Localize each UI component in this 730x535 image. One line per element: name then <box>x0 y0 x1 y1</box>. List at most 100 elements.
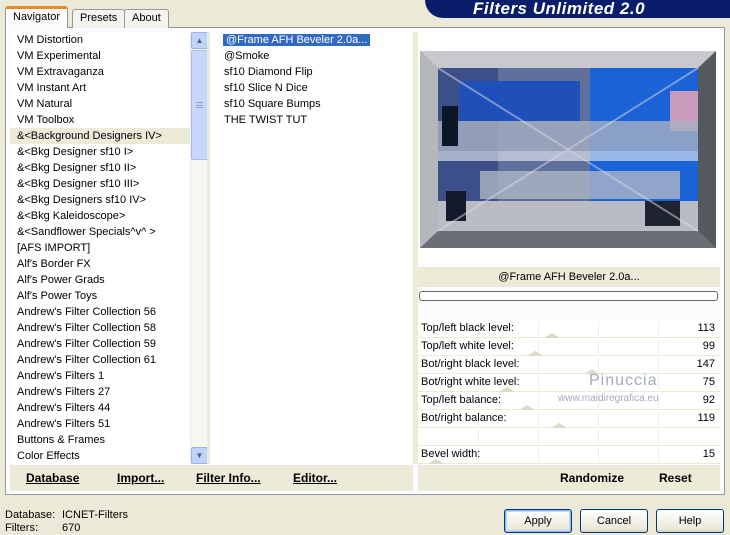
category-item[interactable]: &<Bkg Designer sf10 II> <box>10 160 190 176</box>
status-database-label: Database: <box>5 509 56 521</box>
filter-item-label: THE TWIST TUT <box>224 114 308 126</box>
cancel-button[interactable]: Cancel <box>580 509 648 533</box>
slider-tick <box>658 358 659 372</box>
slider-tick <box>658 448 659 462</box>
parameter-slider <box>418 428 720 446</box>
parameter-label: Bevel width: <box>421 448 481 460</box>
scroll-thumb[interactable] <box>191 50 208 160</box>
category-item[interactable]: [AFS IMPORT] <box>10 240 190 256</box>
parameter-value: 75 <box>702 376 715 388</box>
category-item[interactable]: Andrew's Filter Collection 58 <box>10 320 190 336</box>
parameter-slider[interactable]: Top/left black level: 113 <box>418 320 720 338</box>
slider-tick <box>538 358 539 372</box>
parameter-label: Bot/right white level: <box>421 376 520 388</box>
slider-tick <box>658 430 659 444</box>
category-scrollbar[interactable]: ▲ ▼ <box>190 32 208 464</box>
category-item[interactable]: &<Sandflower Specials^v^ > <box>10 224 190 240</box>
parameter-slider[interactable]: Top/left white level: 99 <box>418 338 720 356</box>
category-item[interactable]: VM Instant Art <box>10 80 190 96</box>
category-item[interactable]: Alf's Border FX <box>10 256 190 272</box>
randomize-button[interactable]: Randomize <box>560 471 624 485</box>
grip-icon <box>196 102 203 108</box>
import-button[interactable]: Import... <box>117 471 164 485</box>
filter-item[interactable]: sf10 Diamond Flip <box>213 64 413 80</box>
editor-button[interactable]: Editor... <box>293 471 337 485</box>
category-item[interactable]: Andrew's Filters 44 <box>10 400 190 416</box>
watermark-url: www.maidiregrafica.eu <box>558 393 659 404</box>
navigator-toolbar: Database Import... Filter Info... Editor… <box>10 465 413 491</box>
parameter-slider[interactable]: Bevel width: 15 <box>418 446 720 464</box>
category-item[interactable]: Color Effects <box>10 448 190 464</box>
slider-tick <box>538 430 539 444</box>
scroll-up-button[interactable]: ▲ <box>191 32 208 49</box>
parameter-toolbar: Randomize Reset <box>418 465 720 491</box>
category-item[interactable]: Alf's Power Grads <box>10 272 190 288</box>
apply-button[interactable]: Apply <box>504 509 572 533</box>
status-filters-label: Filters: <box>5 522 38 534</box>
parameter-value: 99 <box>702 340 715 352</box>
category-item[interactable]: Andrew's Filters 27 <box>10 384 190 400</box>
tab-label: Presets <box>80 12 118 24</box>
category-item[interactable]: Andrew's Filters 1 <box>10 368 190 384</box>
filter-item[interactable]: @Smoke <box>213 48 413 64</box>
category-item[interactable]: &<Bkg Designer sf10 I> <box>10 144 190 160</box>
category-item[interactable]: Andrew's Filter Collection 61 <box>10 352 190 368</box>
filter-item-label: sf10 Slice N Dice <box>224 82 308 94</box>
database-button[interactable]: Database <box>26 471 79 485</box>
slider-tick <box>598 448 599 462</box>
scroll-down-button[interactable]: ▼ <box>191 447 208 464</box>
parameter-label: Bot/right balance: <box>421 412 507 424</box>
tab-about[interactable]: About <box>124 9 169 28</box>
category-item[interactable]: &<Bkg Kaleidoscope> <box>10 208 190 224</box>
category-item[interactable]: Andrew's Filter Collection 56 <box>10 304 190 320</box>
filter-item[interactable]: @Frame AFH Beveler 2.0a... <box>213 32 413 48</box>
category-item[interactable]: &<Background Designers IV> <box>10 128 190 144</box>
category-item[interactable]: Andrew's Filter Collection 59 <box>10 336 190 352</box>
parameter-label: Top/left black level: <box>421 322 514 334</box>
filter-info-button[interactable]: Filter Info... <box>196 471 261 485</box>
filter-item[interactable]: THE TWIST TUT <box>213 112 413 128</box>
parameter-value: 119 <box>697 412 715 424</box>
slider-tick <box>598 340 599 354</box>
category-item[interactable]: Alf's Power Toys <box>10 288 190 304</box>
category-item[interactable]: Andrew's Filters 51 <box>10 416 190 432</box>
slider-tick <box>658 322 659 336</box>
status-database-value: ICNET-Filters <box>62 509 128 521</box>
parameter-slider[interactable]: Bot/right white level: 75 <box>418 374 720 392</box>
reset-button[interactable]: Reset <box>659 471 692 485</box>
slider-tick <box>478 430 479 444</box>
filter-item-label: @Frame AFH Beveler 2.0a... <box>223 34 371 46</box>
filter-item[interactable]: sf10 Slice N Dice <box>213 80 413 96</box>
category-item[interactable]: VM Experimental <box>10 48 190 64</box>
progress-bar <box>419 291 718 301</box>
filter-list[interactable]: @Frame AFH Beveler 2.0a... @Smoke sf10 Dia… <box>213 32 413 464</box>
tab-navigator[interactable]: Navigator <box>5 6 69 28</box>
tab-presets[interactable]: Presets <box>72 9 126 28</box>
help-button[interactable]: Help <box>656 509 724 533</box>
parameter-slider[interactable]: Bot/right black level: 147 <box>418 356 720 374</box>
column-divider <box>207 32 210 464</box>
category-item[interactable]: VM Natural <box>10 96 190 112</box>
parameter-list: Top/left black level: 113 Top/left white l… <box>418 320 720 464</box>
category-item[interactable]: VM Toolbox <box>10 112 190 128</box>
slider-tick <box>658 376 659 390</box>
status-database: Database: ICNET-Filters <box>5 509 128 521</box>
category-list[interactable]: VM Distortion VM Experimental VM Extravaga… <box>10 32 190 464</box>
slider-tick <box>598 322 599 336</box>
parameter-value: 113 <box>697 322 715 334</box>
category-item[interactable]: &<Bkg Designers sf10 IV> <box>10 192 190 208</box>
category-item[interactable]: Buttons & Frames <box>10 432 190 448</box>
parameter-label: Top/left balance: <box>421 394 502 406</box>
filter-item-label: @Smoke <box>224 50 270 62</box>
category-item[interactable]: &<Bkg Designer sf10 III> <box>10 176 190 192</box>
app-banner: Filters Unlimited 2.0 <box>425 0 730 18</box>
slider-tick <box>538 394 539 408</box>
filter-item[interactable]: sf10 Square Bumps <box>213 96 413 112</box>
parameter-slider[interactable]: Bot/right balance: 119 <box>418 410 720 428</box>
filter-item-label: sf10 Square Bumps <box>224 98 321 110</box>
parameter-label: Top/left white level: <box>421 340 514 352</box>
preview-area <box>418 32 720 264</box>
category-item[interactable]: VM Extravaganza <box>10 64 190 80</box>
category-item[interactable]: VM Distortion <box>10 32 190 48</box>
slider-tick <box>538 322 539 336</box>
